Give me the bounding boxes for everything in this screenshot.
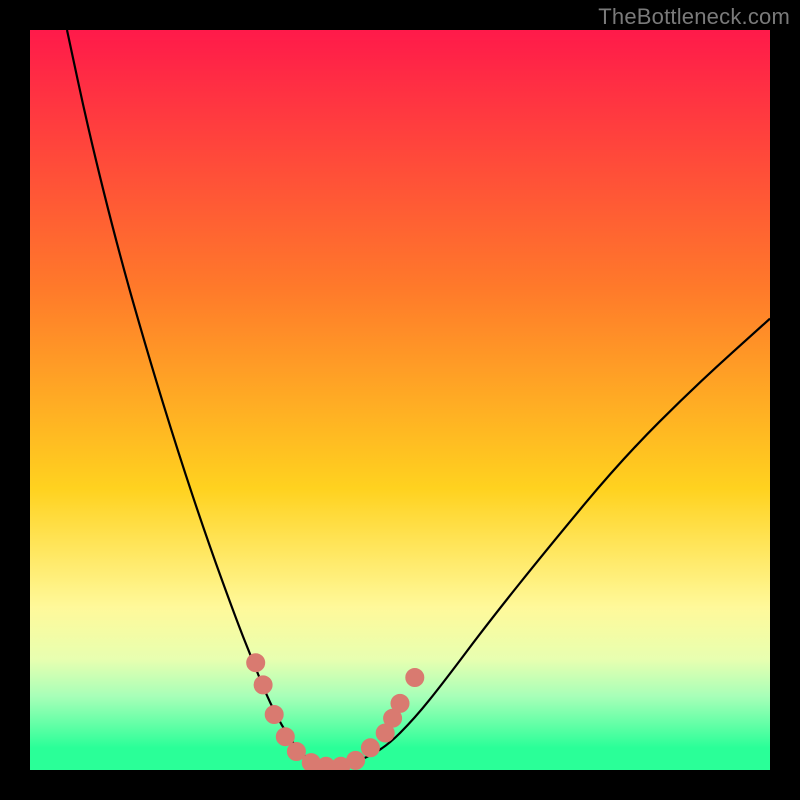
gradient-background bbox=[30, 30, 770, 770]
curve-marker bbox=[247, 654, 265, 672]
curve-marker bbox=[391, 694, 409, 712]
watermark-text: TheBottleneck.com bbox=[598, 4, 790, 30]
curve-marker bbox=[276, 728, 294, 746]
curve-marker bbox=[406, 669, 424, 687]
curve-marker bbox=[265, 706, 283, 724]
curve-marker bbox=[361, 739, 379, 757]
bottleneck-chart bbox=[0, 0, 800, 800]
curve-marker bbox=[254, 676, 272, 694]
curve-marker bbox=[347, 751, 365, 769]
chart-frame: TheBottleneck.com bbox=[0, 0, 800, 800]
curve-marker bbox=[287, 743, 305, 761]
